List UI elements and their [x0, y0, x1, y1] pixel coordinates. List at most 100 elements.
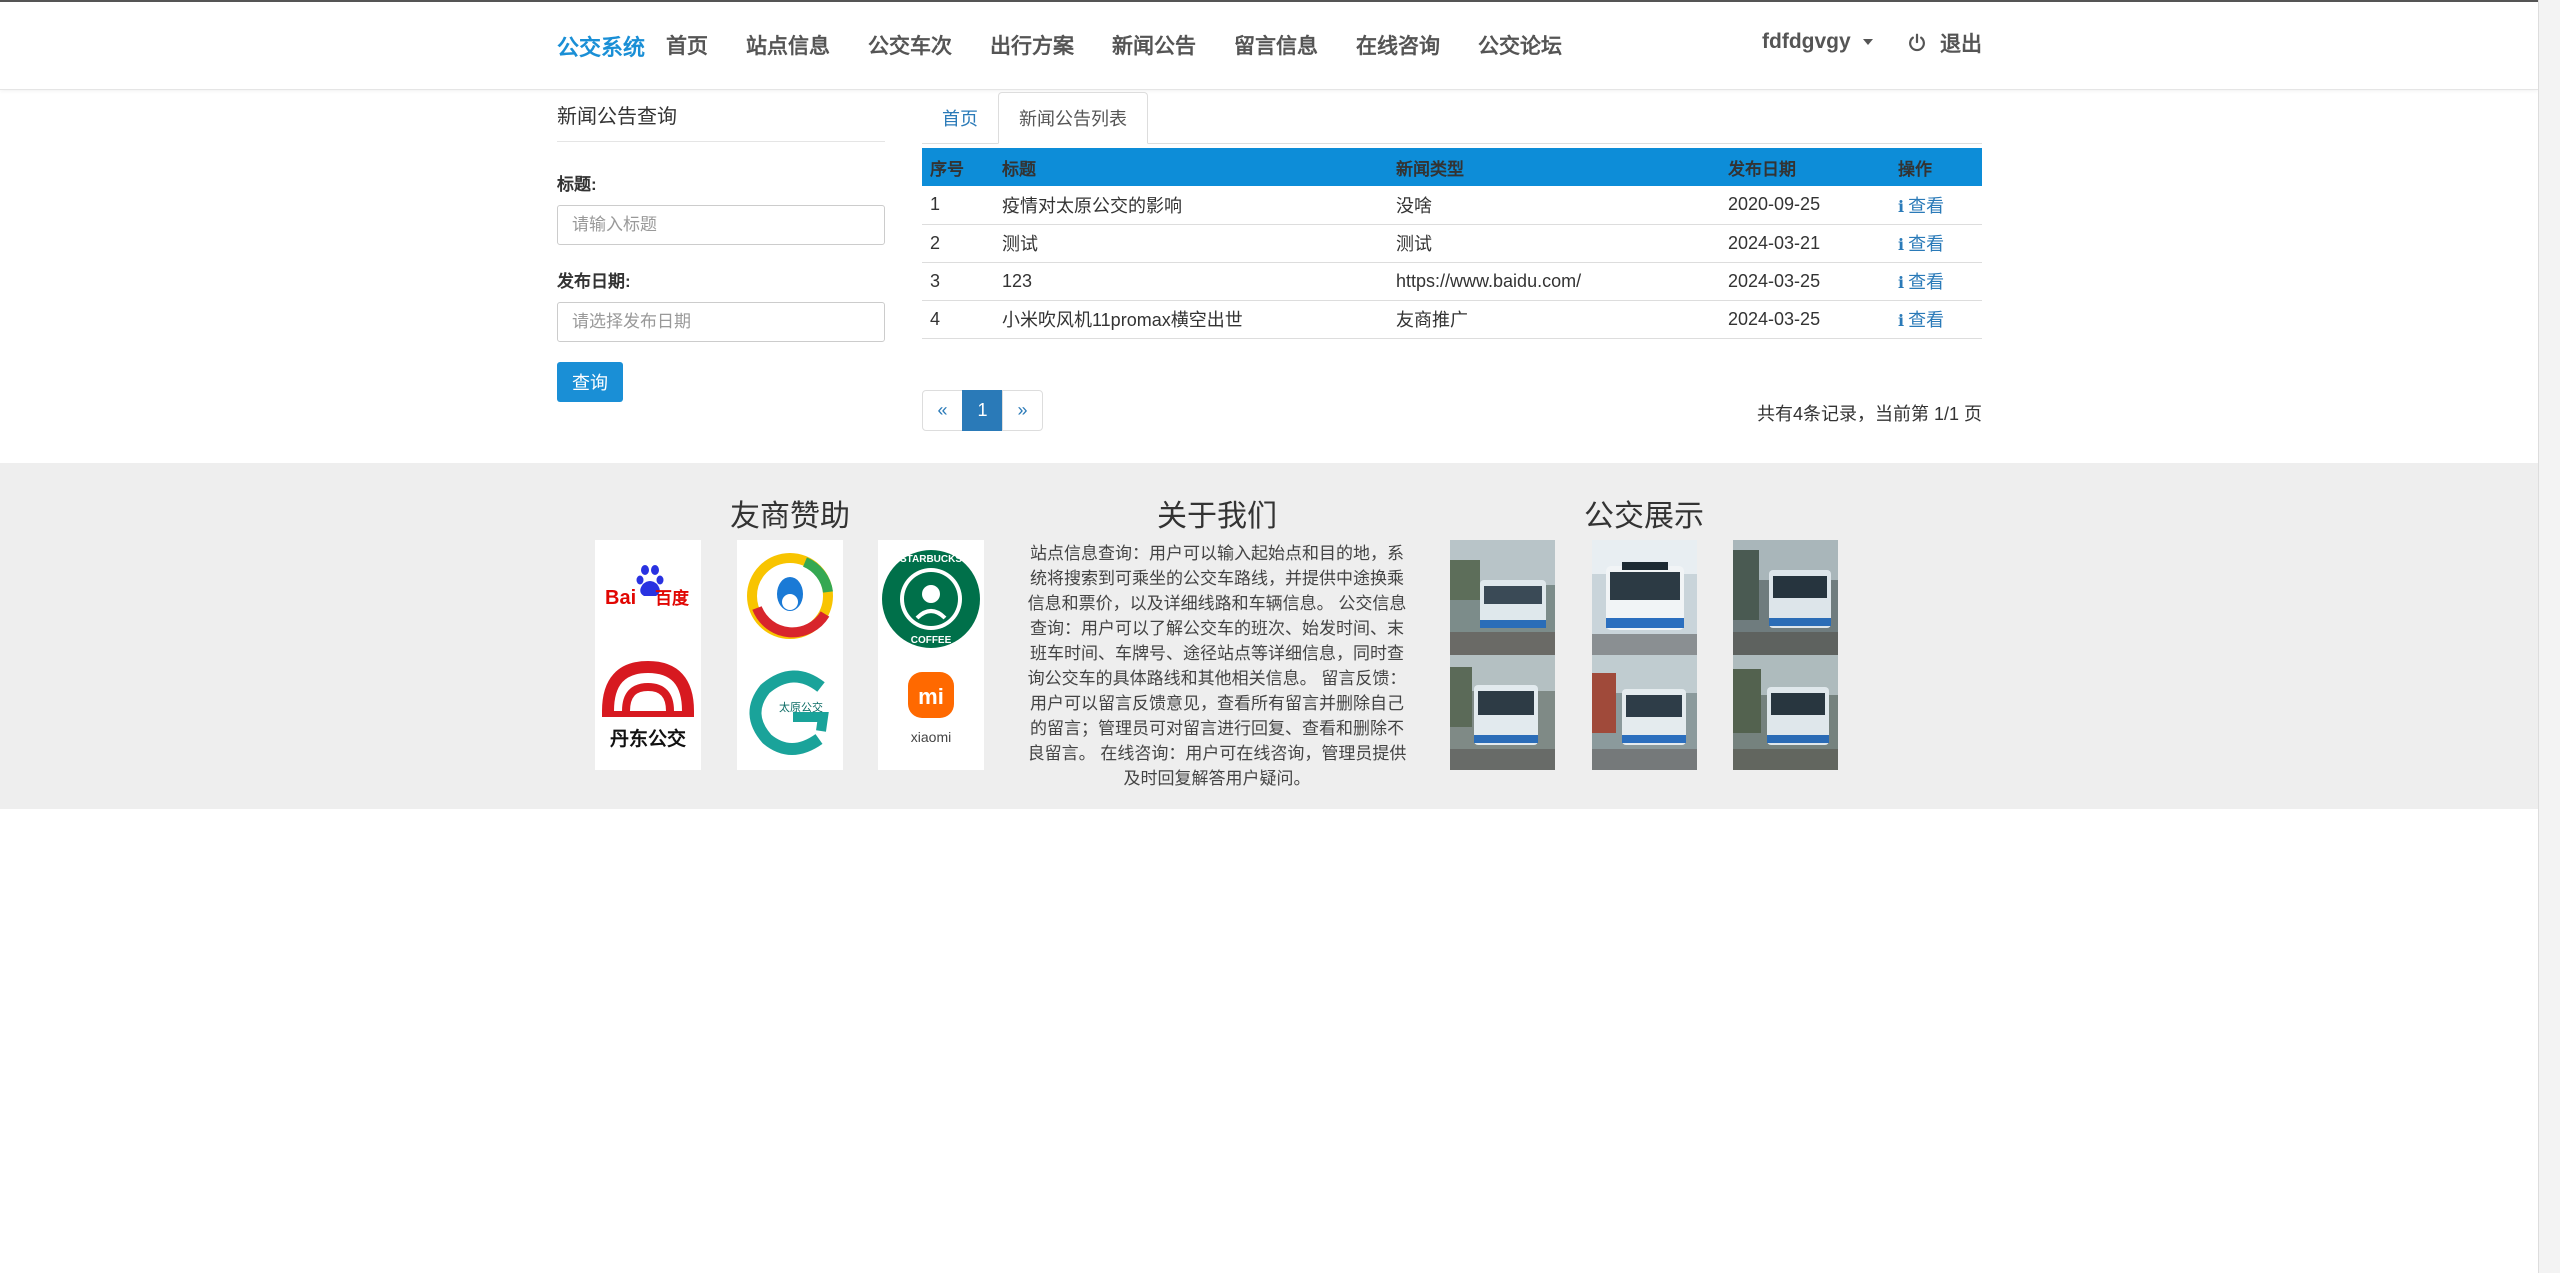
date-label: 发布日期:: [557, 272, 631, 291]
taiyuan-bus-logo: 太原公交: [749, 670, 829, 755]
logout-button[interactable]: 退出: [1906, 28, 1982, 58]
cell-date: 2020-09-25: [1720, 186, 1890, 225]
cell-date: 2024-03-21: [1720, 224, 1890, 263]
next-page-button[interactable]: »: [1002, 390, 1043, 431]
bus-photo[interactable]: [1450, 540, 1555, 655]
brand-logo[interactable]: 公交系统: [557, 30, 645, 62]
footer: 友商赞助 关于我们 公交展示 Bai 百度 丹东公交 太原公交 STARBUCK…: [0, 463, 2538, 809]
top-navbar: 公交系统 首页 站点信息 公交车次 出行方案 新闻公告 留言信息 在线咨询 公交…: [0, 0, 2538, 90]
nav-item-bus-routes[interactable]: 公交车次: [868, 30, 952, 60]
info-icon: i: [1898, 311, 1905, 330]
sponsor-card-1[interactable]: Bai 百度 丹东公交: [595, 540, 701, 770]
news-table: 序号 标题 新闻类型 发布日期 操作 1 疫情对太原公交的影响 没啥 2020-…: [922, 148, 1982, 339]
bus-photo[interactable]: [1592, 655, 1697, 770]
page-1-button[interactable]: 1: [962, 390, 1003, 431]
starbucks-text: STARBUCKS: [900, 554, 962, 565]
info-icon: i: [1898, 196, 1905, 216]
cell-no: 4: [922, 300, 994, 339]
nav-item-news[interactable]: 新闻公告: [1112, 30, 1196, 60]
view-label: 查看: [1908, 234, 1945, 254]
cell-action: i 查看: [1890, 300, 1982, 339]
nav-item-consult[interactable]: 在线咨询: [1356, 30, 1440, 60]
table-row: 3 123 https://www.baidu.com/ 2024-03-25 …: [922, 262, 1982, 301]
user-menu[interactable]: fdfdgvgy: [1762, 30, 1873, 54]
pagination: « 1 »: [922, 390, 1043, 431]
title-input[interactable]: [557, 205, 885, 245]
view-link[interactable]: i 查看: [1898, 234, 1944, 254]
sponsor-card-3[interactable]: STARBUCKS COFFEE mi xiaomi: [878, 540, 984, 770]
username: fdfdgvgy: [1762, 30, 1851, 53]
xiaomi-mark: mi: [918, 684, 944, 709]
bus-photo[interactable]: [1592, 540, 1697, 655]
cell-no: 1: [922, 186, 994, 225]
baidu-text-cn: 百度: [655, 588, 690, 609]
qq-logo: [747, 553, 833, 640]
cell-action: i 查看: [1890, 186, 1982, 225]
cell-no: 2: [922, 224, 994, 263]
about-text: 站点信息查询：用户可以输入起始点和目的地，系统将搜索到可乘坐的公交车路线，并提供…: [1027, 544, 1407, 788]
info-icon: i: [1898, 273, 1905, 292]
cell-type: 没啥: [1388, 186, 1720, 225]
tab-home[interactable]: 首页: [922, 92, 998, 144]
date-input[interactable]: [557, 302, 885, 342]
title-label: 标题:: [557, 175, 597, 194]
header-date: 发布日期: [1720, 148, 1890, 186]
nav-item-trip-plans[interactable]: 出行方案: [990, 30, 1074, 60]
view-label: 查看: [1908, 195, 1945, 216]
view-label: 查看: [1908, 310, 1945, 330]
cell-title: 小米吹风机11promax横空出世: [994, 300, 1388, 339]
info-icon: i: [1898, 235, 1905, 254]
vertical-scrollbar[interactable]: [2538, 0, 2560, 1273]
header-no: 序号: [922, 148, 994, 186]
prev-page-button[interactable]: «: [922, 390, 963, 431]
main-nav: 首页 站点信息 公交车次 出行方案 新闻公告 留言信息 在线咨询 公交论坛: [666, 30, 1600, 60]
page-info: 共有4条记录，当前第 1/1 页: [1756, 404, 1982, 424]
table-row: 2 测试 测试 2024-03-21 i 查看: [922, 224, 1982, 263]
cell-type: 友商推广: [1388, 300, 1720, 339]
xiaomi-text: xiaomi: [911, 729, 951, 745]
view-label: 查看: [1908, 272, 1945, 292]
cell-type: 测试: [1388, 224, 1720, 263]
nav-item-home[interactable]: 首页: [666, 30, 708, 60]
query-button[interactable]: 查询: [557, 362, 623, 402]
cell-date: 2024-03-25: [1720, 262, 1890, 301]
header-type: 新闻类型: [1388, 148, 1720, 186]
about-heading: 关于我们: [1157, 500, 1277, 533]
nav-item-forum[interactable]: 公交论坛: [1478, 30, 1562, 60]
table-row: 1 疫情对太原公交的影响 没啥 2020-09-25 i 查看: [922, 186, 1982, 225]
power-icon: [1909, 33, 1925, 52]
cell-date: 2024-03-25: [1720, 300, 1890, 339]
dandong-text: 丹东公交: [610, 727, 686, 750]
cell-no: 3: [922, 262, 994, 301]
showcase-heading: 公交展示: [1584, 500, 1704, 533]
bus-photo[interactable]: [1450, 655, 1555, 770]
view-link[interactable]: i 查看: [1898, 272, 1944, 292]
view-link[interactable]: i 查看: [1898, 196, 1944, 216]
cell-action: i 查看: [1890, 262, 1982, 301]
caret-down-icon: [1862, 39, 1873, 45]
nav-item-stations[interactable]: 站点信息: [746, 30, 830, 60]
baidu-logo: Bai 百度: [605, 565, 690, 609]
table-header-row: 序号 标题 新闻类型 发布日期 操作: [922, 148, 1982, 186]
nav-item-messages[interactable]: 留言信息: [1234, 30, 1318, 60]
cell-title: 疫情对太原公交的影响: [994, 186, 1388, 225]
search-panel-title: 新闻公告查询: [557, 100, 885, 142]
sponsor-card-2[interactable]: 太原公交: [737, 540, 843, 770]
cell-title: 测试: [994, 224, 1388, 263]
bus-photo[interactable]: [1733, 655, 1838, 770]
sponsors-heading: 友商赞助: [730, 500, 850, 533]
cell-action: i 查看: [1890, 224, 1982, 263]
bus-photo[interactable]: [1733, 540, 1838, 655]
header-title: 标题: [994, 148, 1388, 186]
tab-news-list[interactable]: 新闻公告列表: [998, 92, 1148, 144]
cell-type: https://www.baidu.com/: [1388, 262, 1720, 301]
starbucks-logo: STARBUCKS COFFEE: [882, 550, 980, 648]
cell-title: 123: [994, 262, 1388, 301]
table-row: 4 小米吹风机11promax横空出世 友商推广 2024-03-25 i 查看: [922, 300, 1982, 339]
view-link[interactable]: i 查看: [1898, 310, 1944, 330]
header-action: 操作: [1890, 148, 1982, 186]
taiyuan-text: 太原公交: [779, 700, 823, 714]
baidu-text: Bai: [605, 587, 636, 609]
search-panel: 新闻公告查询 标题: 发布日期: 查询: [557, 100, 885, 402]
starbucks-coffee-text: COFFEE: [911, 635, 952, 646]
